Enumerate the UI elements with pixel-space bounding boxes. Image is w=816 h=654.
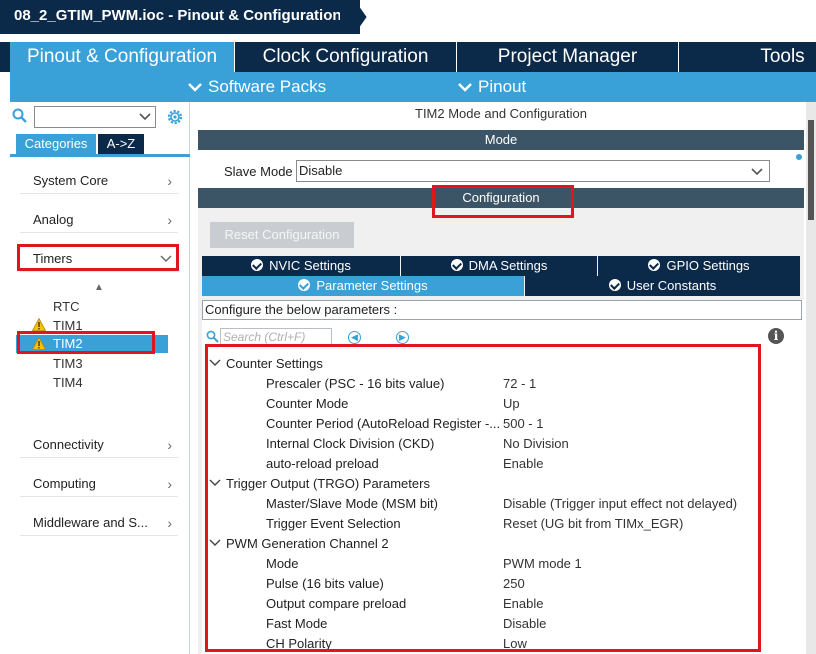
tab-dma-settings[interactable]: DMA Settings (401, 256, 597, 276)
scroll-thumb[interactable] (808, 120, 814, 220)
chevron-down-icon (139, 113, 151, 121)
category-system-core[interactable]: System Core › (20, 168, 178, 194)
mode-header: Mode (198, 130, 804, 150)
tab-project-manager[interactable]: Project Manager (457, 42, 679, 72)
sub-menu-bar: Software Packs Pinout (10, 72, 816, 102)
chevron-right-icon: › (167, 515, 172, 531)
highlight-tim2 (17, 331, 155, 354)
main-tab-bar: Pinout & Configuration Clock Configurati… (0, 42, 816, 72)
pinout-menu[interactable]: Pinout (458, 72, 526, 102)
timer-item-tim4[interactable]: TIM4 (53, 375, 83, 390)
tab-nvic-settings[interactable]: NVIC Settings (202, 256, 400, 276)
warning-icon (32, 318, 46, 331)
slave-mode-select[interactable]: Disable (296, 160, 770, 182)
category-search-row (10, 104, 190, 130)
breadcrumb-arrow-icon (340, 0, 367, 34)
chevron-down-icon (751, 168, 763, 176)
tab-a-z[interactable]: A->Z (98, 134, 144, 154)
tab-pinout-configuration[interactable]: Pinout & Configuration (10, 42, 235, 72)
categories-panel: Categories A->Z System Core › Analog › Tim… (10, 102, 190, 654)
chevron-down-icon (458, 83, 472, 92)
chevron-right-icon: › (167, 212, 172, 228)
software-packs-menu[interactable]: Software Packs (188, 72, 326, 102)
search-icon (206, 330, 219, 343)
mode-scrollbar[interactable] (794, 154, 804, 182)
chevron-right-icon: › (167, 476, 172, 492)
tab-gpio-settings[interactable]: GPIO Settings (598, 256, 800, 276)
tab-clock-configuration[interactable]: Clock Configuration (235, 42, 457, 72)
slave-mode-label: Slave Mode (224, 164, 293, 179)
timer-item-tim3[interactable]: TIM3 (53, 356, 83, 371)
category-search-input[interactable] (34, 106, 156, 128)
tab-categories[interactable]: Categories (16, 134, 96, 154)
scroll-thumb[interactable] (796, 154, 802, 160)
category-analog[interactable]: Analog › (20, 207, 178, 233)
chevron-right-icon: › (167, 173, 172, 189)
highlight-configuration (432, 185, 574, 218)
title-bar: 08_2_GTIM_PWM.ioc - Pinout & Configurati… (0, 0, 816, 34)
vertical-scrollbar[interactable] (806, 102, 816, 654)
timer-item-rtc[interactable]: RTC (53, 299, 79, 314)
category-computing[interactable]: Computing › (20, 471, 178, 497)
highlight-parameters (205, 344, 761, 652)
check-icon (298, 279, 311, 291)
search-icon (12, 108, 27, 123)
chevron-down-icon (188, 83, 202, 92)
tab-user-constants[interactable]: User Constants (525, 276, 800, 296)
check-icon (648, 259, 661, 271)
tab-tools[interactable]: Tools (679, 42, 816, 72)
tab-parameter-settings[interactable]: Parameter Settings (202, 276, 524, 296)
check-icon (450, 259, 463, 271)
view-name: Pinout & Configuration (177, 7, 342, 24)
file-name: 08_2_GTIM_PWM.ioc (14, 7, 165, 24)
info-icon[interactable]: i (768, 328, 784, 344)
check-icon (608, 279, 621, 291)
divider (10, 154, 190, 157)
search-next-icon[interactable]: ▶ (396, 331, 409, 344)
search-previous-icon[interactable]: ◀ (348, 331, 361, 344)
category-connectivity[interactable]: Connectivity › (20, 432, 178, 458)
panel-title: TIM2 Mode and Configuration (415, 106, 587, 121)
breadcrumb[interactable]: 08_2_GTIM_PWM.ioc - Pinout & Configurati… (0, 0, 360, 34)
gear-icon[interactable] (166, 108, 184, 126)
chevron-right-icon: › (167, 437, 172, 453)
check-icon (251, 259, 264, 271)
reset-configuration-button[interactable]: Reset Configuration (210, 222, 354, 248)
category-middleware[interactable]: Middleware and S... › (20, 510, 178, 536)
parameters-instructions: Configure the below parameters : (202, 300, 802, 320)
highlight-timers (17, 244, 179, 271)
sort-up-icon[interactable]: ▲ (94, 282, 104, 293)
